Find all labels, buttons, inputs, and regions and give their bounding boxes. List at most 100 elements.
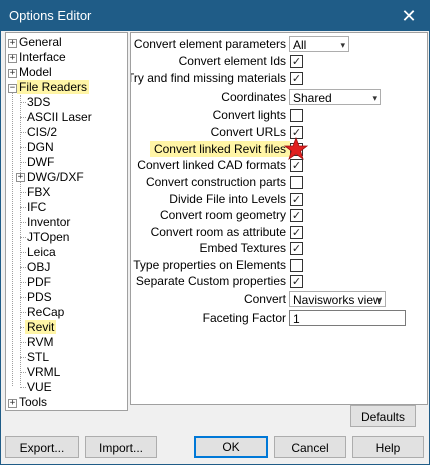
convert-lights-checkbox[interactable]: [290, 109, 303, 122]
separate-custom-properties-label: Separate Custom properties: [135, 274, 286, 288]
expand-icon[interactable]: +: [8, 54, 17, 63]
type-properties-on-elements-label: Type properties on Elements: [133, 258, 286, 272]
tree-item-pds[interactable]: PDS: [25, 290, 54, 305]
tree-item-label: RVM: [27, 335, 54, 349]
window-title: Options Editor: [9, 8, 92, 23]
chevron-down-icon: ▾: [340, 40, 345, 50]
tree-item-interface[interactable]: Interface: [17, 50, 68, 65]
close-icon[interactable]: ✕: [389, 1, 429, 31]
tree-item-dgn[interactable]: DGN: [25, 140, 56, 155]
options-tree[interactable]: + General + Interface + Model − File Rea…: [5, 32, 128, 411]
help-button[interactable]: Help: [352, 436, 424, 458]
convert-linked-revit-files-label: Convert linked Revit files: [149, 141, 290, 157]
options-editor-window: Options Editor ✕ + General + Interface +…: [0, 0, 430, 465]
expand-icon[interactable]: +: [16, 173, 25, 182]
expand-icon[interactable]: +: [8, 399, 17, 408]
defaults-button[interactable]: Defaults: [350, 405, 416, 427]
convert-element-ids-checkbox[interactable]: ✓: [290, 55, 303, 68]
tree-item-label: DWF: [27, 155, 55, 169]
tree-item-leica[interactable]: Leica: [25, 245, 58, 260]
tree-item-revit[interactable]: Revit: [25, 320, 57, 335]
convert-linked-cad-formats-label: Convert linked CAD formats: [137, 158, 286, 172]
tree-item-label: Revit: [25, 320, 57, 334]
tree-item-label: DWG/DXF: [27, 170, 84, 184]
tree-item-ifc[interactable]: IFC: [25, 200, 48, 215]
convert-room-as-attribute-checkbox[interactable]: ✓: [290, 226, 303, 239]
cancel-button[interactable]: Cancel: [274, 436, 346, 458]
tree-item-label: CIS/2: [27, 125, 58, 139]
tree-item-stl[interactable]: STL: [25, 350, 51, 365]
convert-construction-parts-label: Convert construction parts: [145, 175, 286, 189]
expand-icon[interactable]: +: [8, 39, 17, 48]
convert-urls-label: Convert URLs: [210, 125, 286, 139]
tree-item-label: PDF: [27, 275, 51, 289]
type-properties-on-elements-checkbox[interactable]: [290, 259, 303, 272]
tree-item-obj[interactable]: OBJ: [25, 260, 52, 275]
tree-item-label: Leica: [27, 245, 56, 259]
select-value: All: [293, 38, 307, 52]
coordinates-select[interactable]: Shared ▾: [289, 89, 381, 105]
tree-item-label: ASCII Laser: [27, 110, 92, 124]
tree-item-label: IFC: [27, 200, 47, 214]
convert-room-geometry-label: Convert room geometry: [159, 208, 286, 222]
separate-custom-properties-checkbox[interactable]: ✓: [290, 275, 303, 288]
tree-item-label: FBX: [27, 185, 51, 199]
tree-connector: [12, 93, 13, 386]
divide-file-into-levels-checkbox[interactable]: ✓: [290, 193, 303, 206]
convert-select[interactable]: Navisworks view ▾: [289, 291, 386, 307]
import-button[interactable]: Import...: [85, 436, 157, 458]
collapse-icon[interactable]: −: [8, 84, 17, 93]
tree-item-fbx[interactable]: FBX: [25, 185, 52, 200]
tree-item-label: Inventor: [27, 215, 71, 229]
tree-item-label: ReCap: [27, 305, 65, 319]
expand-icon[interactable]: +: [8, 69, 17, 78]
convert-linked-cad-formats-checkbox[interactable]: ✓: [290, 159, 303, 172]
select-value: Navisworks view: [293, 293, 382, 307]
tree-item-label: Model: [19, 65, 52, 79]
export-button[interactable]: Export...: [5, 436, 79, 458]
convert-element-parameters-label: Convert element parameters: [133, 37, 286, 51]
convert-lights-label: Convert lights: [212, 108, 286, 122]
chevron-down-icon: ▾: [377, 295, 382, 305]
tree-item-3ds[interactable]: 3DS: [25, 95, 52, 110]
title-bar[interactable]: Options Editor ✕: [1, 1, 429, 31]
tree-item-label: PDS: [27, 290, 52, 304]
tree-item-file-readers[interactable]: File Readers: [17, 80, 90, 95]
convert-construction-parts-checkbox[interactable]: [290, 176, 303, 189]
chevron-down-icon: ▾: [372, 93, 377, 103]
tree-item-label: Tools: [19, 395, 48, 409]
tree-item-recap[interactable]: ReCap: [25, 305, 66, 320]
ok-button[interactable]: OK: [194, 436, 268, 458]
tree-item-label: General: [19, 35, 62, 49]
tree-item-vrml[interactable]: VRML: [25, 365, 62, 380]
convert-element-ids-label: Convert element Ids: [178, 54, 286, 68]
tree-item-label: OBJ: [27, 260, 51, 274]
try-find-missing-materials-checkbox[interactable]: ✓: [290, 72, 303, 85]
tree-item-rvm[interactable]: RVM: [25, 335, 55, 350]
convert-label: Convert: [243, 292, 286, 306]
tree-item-jtopen[interactable]: JTOpen: [25, 230, 71, 245]
convert-element-parameters-select[interactable]: All ▾: [289, 36, 349, 52]
tree-item-cis2[interactable]: CIS/2: [25, 125, 59, 140]
tree-item-model[interactable]: Model: [17, 65, 54, 80]
faceting-factor-input[interactable]: 1: [289, 310, 406, 326]
tree-item-dwg-dxf[interactable]: DWG/DXF: [25, 170, 86, 185]
tree-item-tools[interactable]: Tools: [17, 395, 49, 410]
tree-item-label: VUE: [27, 380, 52, 394]
tree-item-label: Interface: [19, 50, 66, 64]
try-find-missing-materials-label: Try and find missing materials: [130, 71, 286, 85]
tree-item-inventor[interactable]: Inventor: [25, 215, 72, 230]
embed-textures-checkbox[interactable]: ✓: [290, 242, 303, 255]
tree-item-label: DGN: [27, 140, 54, 154]
tree-item-vue[interactable]: VUE: [25, 380, 54, 395]
tree-item-dwf[interactable]: DWF: [25, 155, 56, 170]
tree-item-label: File Readers: [17, 80, 90, 94]
tree-item-general[interactable]: General: [17, 35, 64, 50]
faceting-factor-label: Faceting Factor: [202, 311, 286, 325]
tree-item-ascii-laser[interactable]: ASCII Laser: [25, 110, 94, 125]
tree-item-pdf[interactable]: PDF: [25, 275, 53, 290]
tree-item-label: 3DS: [27, 95, 51, 109]
convert-room-geometry-checkbox[interactable]: ✓: [290, 209, 303, 222]
tree-item-label: STL: [27, 350, 50, 364]
select-value: Shared: [293, 91, 332, 105]
